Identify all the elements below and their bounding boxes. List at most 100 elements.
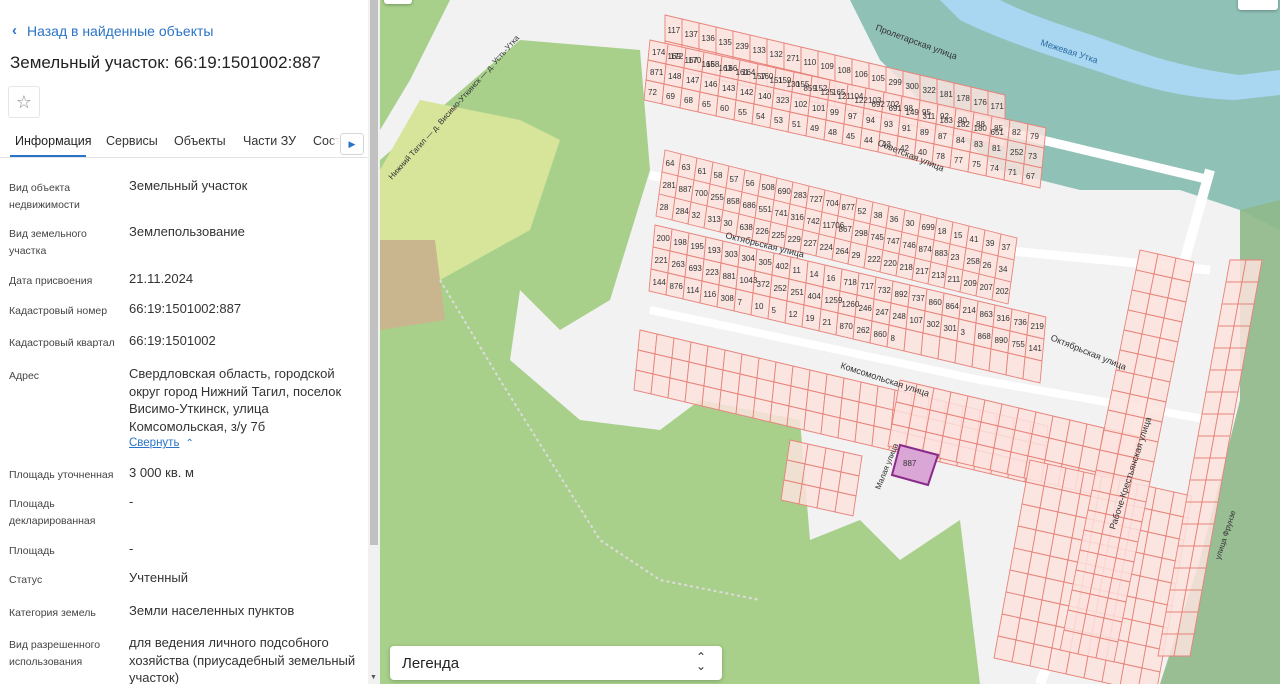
parcel-shape[interactable] bbox=[1095, 637, 1119, 663]
parcel-number-label: 23 bbox=[951, 253, 960, 262]
tab-objects[interactable]: Объекты bbox=[174, 134, 226, 148]
parcel-number-label: 67 bbox=[1026, 172, 1035, 181]
parcel-number-label: 117 bbox=[668, 26, 681, 35]
parcel-shape[interactable] bbox=[1205, 457, 1227, 481]
field-value: для ведения личного подсобного хозяйства… bbox=[129, 635, 356, 684]
parcel-number-label: 214 bbox=[963, 306, 977, 315]
parcel-number-label: 864 bbox=[946, 302, 960, 311]
parcel-number-label: 8 bbox=[891, 334, 896, 343]
active-tab-indicator bbox=[10, 155, 86, 157]
parcel-number-label: 686 bbox=[743, 201, 757, 210]
map-control-button[interactable] bbox=[384, 0, 412, 4]
parcel-shape[interactable] bbox=[1221, 369, 1243, 393]
parcel-shape[interactable] bbox=[1201, 479, 1223, 503]
parcel-shape[interactable] bbox=[1173, 633, 1195, 657]
parcel-shape[interactable] bbox=[820, 413, 841, 439]
parcel-shape[interactable] bbox=[650, 373, 671, 399]
parcel-shape[interactable] bbox=[684, 381, 705, 407]
page-title: Земельный участок: 66:19:1501002:887 bbox=[10, 53, 321, 72]
parcel-number-label: 152 bbox=[814, 84, 828, 93]
tab-info[interactable]: Информация bbox=[15, 134, 92, 148]
caret-right-icon: ▶ bbox=[348, 138, 356, 149]
map-canvas[interactable]: 117 137 136 135 239 133 132 271 110 109 108 106 105 2… bbox=[380, 0, 1280, 684]
parcel-number-label: 41 bbox=[970, 235, 979, 244]
scrollbar-thumb[interactable] bbox=[370, 0, 378, 545]
tab-parts[interactable]: Части ЗУ bbox=[243, 134, 296, 148]
parcel-shape[interactable] bbox=[718, 389, 739, 415]
parcel-number-label: 218 bbox=[900, 263, 914, 272]
panel-scrollbar[interactable]: ▼ bbox=[368, 0, 380, 684]
parcel-shape[interactable] bbox=[633, 369, 654, 395]
parcel-shape[interactable] bbox=[920, 332, 941, 360]
parcel-shape[interactable] bbox=[1005, 352, 1026, 380]
parcel-shape[interactable] bbox=[769, 401, 790, 427]
parcel-shape[interactable] bbox=[798, 483, 821, 509]
parcel-shape[interactable] bbox=[1233, 303, 1255, 327]
parcel-shape[interactable] bbox=[1217, 391, 1239, 415]
parcel-number-label: 87 bbox=[938, 132, 947, 141]
parcel-shape[interactable] bbox=[816, 487, 839, 513]
parcel-shape[interactable] bbox=[752, 397, 773, 423]
parcel-shape[interactable] bbox=[735, 393, 756, 419]
parcel-shape[interactable] bbox=[937, 336, 958, 364]
collapse-address-link[interactable]: Свернуть ⌃ bbox=[129, 437, 194, 449]
parcel-number-label: 28 bbox=[660, 203, 669, 212]
parcel-shape[interactable] bbox=[1181, 589, 1203, 613]
parcel-shape[interactable] bbox=[837, 417, 858, 443]
parcel-number-label: 877 bbox=[842, 203, 856, 212]
parcel-number-label: 239 bbox=[736, 42, 750, 51]
legend-dropdown[interactable]: Легенда ⌃ ⌄ bbox=[390, 646, 722, 680]
tab-services[interactable]: Сервисы bbox=[106, 134, 158, 148]
cadastral-map[interactable]: 117 137 136 135 239 133 132 271 110 109 108 106 105 2… bbox=[380, 0, 1280, 684]
parcel-number-label: 737 bbox=[912, 294, 926, 303]
parcel-shape[interactable] bbox=[834, 491, 857, 517]
parcel-shape[interactable] bbox=[701, 385, 722, 411]
parcel-number-label: 226 bbox=[756, 227, 770, 236]
parcel-number-label: 298 bbox=[855, 229, 869, 238]
parcel-shape[interactable] bbox=[780, 479, 803, 505]
field-label: Адрес bbox=[9, 370, 40, 382]
parcel-number-label: 700 bbox=[695, 189, 709, 198]
map-layers-button[interactable] bbox=[1238, 0, 1278, 10]
parcel-number-label: 755 bbox=[1012, 340, 1026, 349]
parcel-number-label: 299 bbox=[889, 78, 903, 87]
parcel-shape[interactable] bbox=[1213, 413, 1235, 437]
parcel-number-label: 638 bbox=[740, 223, 754, 232]
parcel-shape[interactable] bbox=[1209, 435, 1231, 459]
parcel-number-label: 263 bbox=[672, 260, 686, 269]
parcel-number-label: 219 bbox=[1031, 322, 1045, 331]
scroll-down-arrow-icon[interactable]: ▼ bbox=[370, 674, 377, 681]
back-link-label: Назад в найденные объекты bbox=[27, 22, 214, 39]
parcel-number-label: 98 bbox=[904, 104, 913, 113]
parcel-number-label: 168 bbox=[706, 60, 720, 69]
tabs-scroll-right-button[interactable]: ▶ bbox=[340, 133, 364, 155]
favorite-star-button[interactable]: ☆ bbox=[8, 86, 40, 118]
parcel-shape[interactable] bbox=[854, 421, 875, 447]
parcel-shape[interactable] bbox=[786, 405, 807, 431]
parcel-shape[interactable] bbox=[803, 409, 824, 435]
parcel-shape[interactable] bbox=[1185, 567, 1207, 591]
parcel-number-label: 3 bbox=[961, 328, 966, 337]
parcel-number-label: 52 bbox=[858, 207, 867, 216]
parcel-shape[interactable] bbox=[988, 348, 1009, 376]
parcel-number-label: 868 bbox=[978, 332, 992, 341]
parcel-shape[interactable] bbox=[1022, 356, 1043, 384]
parcel-shape[interactable] bbox=[1177, 611, 1199, 635]
back-to-results-link[interactable]: ‹ Назад в найденные объекты bbox=[12, 22, 213, 39]
parcel-number-label: 166 bbox=[724, 64, 738, 73]
parcel-shape[interactable] bbox=[1225, 347, 1247, 371]
parcel-shape[interactable] bbox=[903, 328, 924, 356]
parcel-shape[interactable] bbox=[971, 344, 992, 372]
parcel-number-label: 15 bbox=[954, 231, 963, 240]
parcel-shape[interactable] bbox=[667, 377, 688, 403]
parcel-shape[interactable] bbox=[1189, 545, 1211, 569]
parcel-number-label: 11 bbox=[793, 266, 802, 275]
parcel-shape[interactable] bbox=[954, 340, 975, 368]
parcel-shape[interactable] bbox=[1241, 259, 1263, 283]
parcel-shape[interactable] bbox=[1229, 325, 1251, 349]
parcel-shape[interactable] bbox=[1237, 281, 1259, 305]
parcel-shape[interactable] bbox=[1193, 523, 1215, 547]
parcel-shape[interactable] bbox=[1119, 663, 1143, 684]
parcel-number-label: 99 bbox=[830, 108, 839, 117]
parcel-shape[interactable] bbox=[1197, 501, 1219, 525]
